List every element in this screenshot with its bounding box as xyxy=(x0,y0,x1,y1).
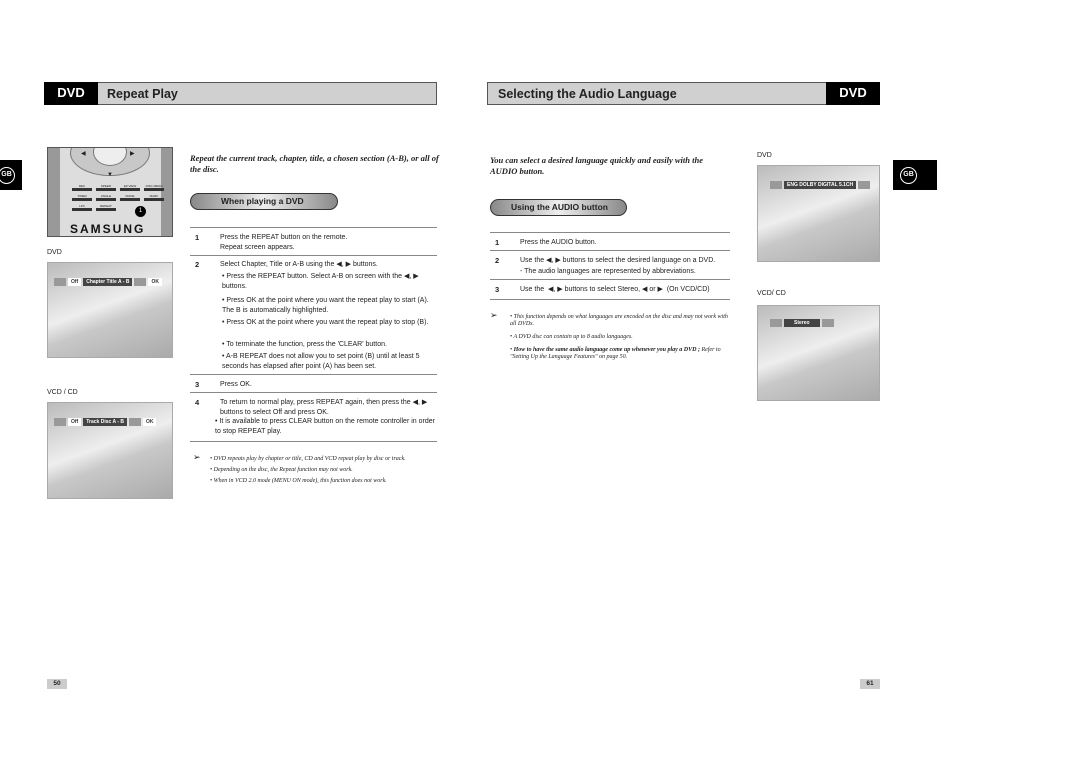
note: • DVD repeats play by chapter or title, … xyxy=(210,456,406,462)
vcd-repeat-screen: Off Track Disc A - B OK xyxy=(47,402,173,499)
osd-off: Off xyxy=(68,278,82,286)
gb-icon: GB xyxy=(0,167,15,184)
section-pill: When playing a DVD xyxy=(190,193,338,210)
note: • A DVD disc can contain up to 8 audio l… xyxy=(510,334,633,340)
speed-button: SPEED xyxy=(96,184,116,191)
osd-ok: OK xyxy=(148,278,162,286)
note: • Depending on the disc, the Repeat func… xyxy=(210,467,353,473)
osd-audio: ENG DOLBY DIGITAL 5.1CH xyxy=(784,181,857,189)
dvd-screen-label: DVD xyxy=(47,249,62,256)
left-page-header: DVD Repeat Play xyxy=(44,82,437,105)
section-pill: Using the AUDIO button xyxy=(490,199,627,216)
osd-title: Title xyxy=(106,279,117,285)
arrow-right-icon: ➢ xyxy=(490,310,498,320)
dvd-badge: DVD xyxy=(44,82,98,105)
brand-logo: SAMSUNG xyxy=(70,222,146,236)
osd-off: Off xyxy=(68,418,82,426)
note: • How to have the same audio language co… xyxy=(510,347,721,360)
language-tab: GB xyxy=(0,160,22,190)
osd-audio: Stereo xyxy=(784,319,820,327)
page-number: 61 xyxy=(860,679,880,689)
angle-button: ANGLE xyxy=(96,194,116,201)
mark-button: MARK xyxy=(144,194,164,201)
dvd-audio-screen: ENG DOLBY DIGITAL 5.1CH xyxy=(757,165,880,262)
left-arrow-icon: ◀ xyxy=(81,151,86,157)
vcd-screen-label: VCD/ CD xyxy=(757,290,786,297)
rec-button: REC xyxy=(72,184,92,191)
intro-text: You can select a desired language quickl… xyxy=(490,155,703,176)
callout-badge: 1 xyxy=(135,206,146,217)
mode-button: MODE xyxy=(120,194,140,201)
osd-ab: A - B xyxy=(112,419,124,425)
step-2-bullet: • Press the REPEAT button. Select A-B on… xyxy=(222,273,419,290)
osd-ab: A - B xyxy=(117,279,130,285)
intro-text: Repeat the current track, chapter, title… xyxy=(190,153,439,174)
dvd-screen-label: DVD xyxy=(757,152,772,159)
remote-illustration: ◀ ▶ ▼ REC SPEED EZ VIEW DISC MENU TIMER … xyxy=(47,147,173,237)
down-arrow-icon: ▼ xyxy=(107,172,113,178)
page-number: 50 xyxy=(47,679,67,689)
step-2-bullet: • To terminate the function, press the '… xyxy=(222,341,387,348)
ez-view-button: EZ VIEW xyxy=(120,184,140,191)
note: • This function depends on what language… xyxy=(510,314,728,327)
note: • When in VCD 2.0 mode (MENU ON mode), t… xyxy=(210,478,387,484)
disc-menu-button: DISC MENU xyxy=(144,184,164,191)
step-2-bullet: • Press OK at the point where you want t… xyxy=(222,297,429,314)
page-title: Repeat Play xyxy=(107,87,178,101)
right-arrow-icon: ▶ xyxy=(130,151,135,157)
step-2-bullet: • A-B REPEAT does not allow you to set p… xyxy=(222,353,420,370)
vcd-screen-label: VCD / CD xyxy=(47,389,78,396)
step-2-bullet: • Press OK at the point where you want t… xyxy=(222,319,429,326)
step-4-bullet: • It is available to press CLEAR button … xyxy=(215,418,435,435)
repeat-button: REPEAT xyxy=(96,204,116,211)
vcd-audio-screen: Stereo xyxy=(757,305,880,401)
arrow-right-icon: ➢ xyxy=(193,452,201,462)
page-title: Selecting the Audio Language xyxy=(498,87,677,101)
osd-disc: Disc xyxy=(100,419,112,425)
dvd-repeat-screen: Off Chapter Title A - B OK xyxy=(47,262,173,358)
language-tab: GB xyxy=(893,160,937,190)
osd-track: Track xyxy=(86,419,100,425)
gb-icon: GB xyxy=(900,167,917,184)
timer-button: TIMER xyxy=(72,194,92,201)
osd-ok: OK xyxy=(142,418,157,426)
right-page-header: Selecting the Audio Language DVD xyxy=(487,82,880,105)
dvd-badge: DVD xyxy=(826,82,880,105)
osd-chapter: Chapter xyxy=(86,279,106,285)
lpc-button: LPC xyxy=(72,204,92,211)
